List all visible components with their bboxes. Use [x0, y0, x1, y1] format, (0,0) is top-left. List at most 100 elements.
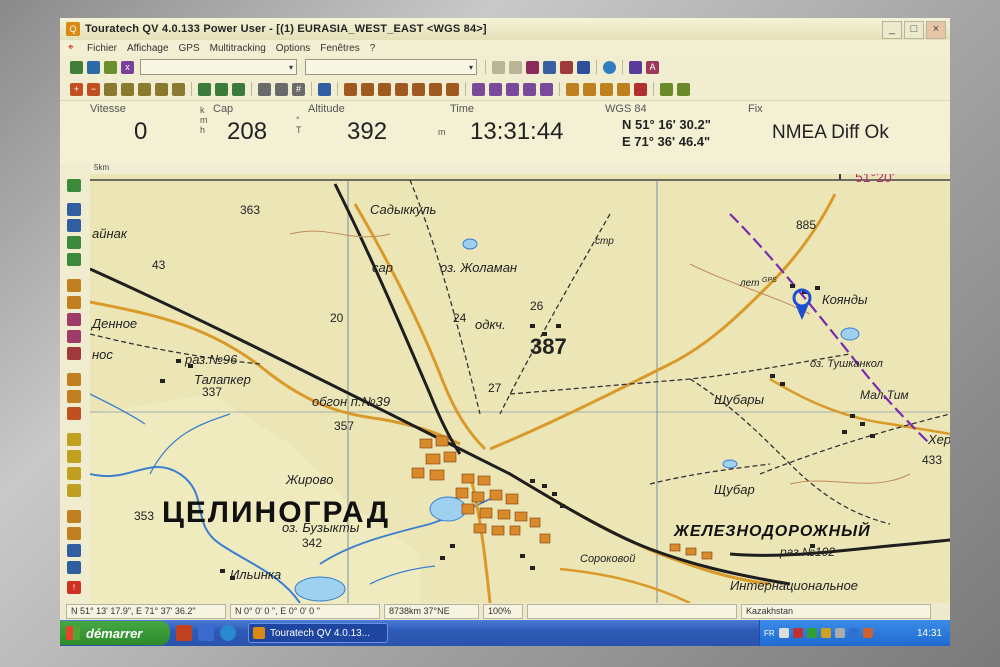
tray-battery-icon[interactable]	[820, 628, 831, 638]
tool-select-icon[interactable]	[67, 179, 81, 192]
track-5-icon[interactable]	[412, 82, 425, 96]
grid-alt-icon[interactable]	[560, 60, 573, 74]
quicklaunch-desktop-icon[interactable]	[198, 625, 214, 641]
label-koyandy: Коянды	[822, 292, 868, 307]
marker-3-icon[interactable]	[600, 82, 613, 96]
track-4-icon[interactable]	[395, 82, 408, 96]
task-touratech[interactable]: Touratech QV 4.0.13...	[248, 623, 388, 643]
sync-icon[interactable]	[660, 82, 673, 96]
tool-wp2-icon[interactable]	[67, 296, 81, 309]
zoom-2-icon[interactable]	[155, 82, 168, 96]
track-2-icon[interactable]	[361, 82, 374, 96]
tool-route-icon[interactable]	[67, 253, 81, 266]
zoom-1-icon[interactable]	[138, 82, 151, 96]
target-icon[interactable]	[603, 60, 616, 74]
route-add-icon[interactable]	[232, 82, 245, 96]
marker-1-icon[interactable]	[566, 82, 579, 96]
menu-affichage[interactable]: Affichage	[122, 43, 174, 54]
marker-2-icon[interactable]	[583, 82, 596, 96]
contour-27: 27	[488, 381, 502, 395]
delete-x-icon[interactable]: x	[121, 60, 134, 74]
grid-lines-icon[interactable]: #	[292, 82, 305, 96]
track-6-icon[interactable]	[429, 82, 442, 96]
tool-table-icon[interactable]	[67, 561, 81, 574]
zoom-out-icon[interactable]: −	[87, 82, 100, 96]
waypoint-3-icon[interactable]	[506, 82, 519, 96]
layers-icon[interactable]	[258, 82, 271, 96]
track-3-icon[interactable]	[378, 82, 391, 96]
menu-multitracking[interactable]: Multitracking	[205, 43, 271, 54]
tray-volume-icon[interactable]	[834, 628, 845, 638]
tool-poi3-icon[interactable]	[67, 407, 81, 420]
gps-off-icon[interactable]	[492, 60, 505, 74]
tray-update-icon[interactable]	[862, 628, 873, 638]
quicklaunch-ie-icon[interactable]	[220, 625, 236, 641]
settings-icon[interactable]	[629, 60, 642, 74]
menu-fichier[interactable]: Fichier	[82, 43, 122, 54]
quicklaunch-app-icon[interactable]	[176, 625, 192, 641]
tray-sync-icon[interactable]	[806, 628, 817, 638]
tool-wp4-icon[interactable]	[67, 330, 81, 343]
tray-security-icon[interactable]	[792, 628, 803, 638]
minimize-button[interactable]: _	[882, 21, 902, 39]
tray-network-icon[interactable]	[778, 628, 789, 638]
route-icon[interactable]	[198, 82, 211, 96]
window-title: Touratech QV 4.0.133 Power User - [(1) E…	[85, 23, 487, 35]
map-dropdown[interactable]: ▾	[305, 59, 477, 75]
layer-dropdown[interactable]: ▾	[140, 59, 297, 75]
sync-alt-icon[interactable]	[677, 82, 690, 96]
marker-4-icon[interactable]	[617, 82, 630, 96]
scale-label: 5km	[94, 163, 110, 172]
tool-track-icon[interactable]	[67, 236, 81, 249]
zoom-area-icon[interactable]	[104, 82, 117, 96]
clock[interactable]: 14:31	[917, 628, 942, 639]
tool-text-icon[interactable]	[67, 510, 81, 523]
maximize-button[interactable]: □	[904, 21, 924, 39]
tool-flag4-icon[interactable]	[67, 484, 81, 497]
export-icon[interactable]	[104, 60, 117, 74]
tool-pan-icon[interactable]	[67, 203, 81, 216]
waypoint-1-icon[interactable]	[472, 82, 485, 96]
warning-icon[interactable]: !	[67, 581, 81, 594]
tool-flag1-icon[interactable]	[67, 433, 81, 446]
menu-help[interactable]: ?	[365, 43, 381, 54]
save-icon[interactable]	[87, 60, 100, 74]
search-icon[interactable]	[318, 82, 331, 96]
tray-bluetooth-icon[interactable]	[848, 628, 859, 638]
map-area[interactable]: ! 5km 51°20' 387 363 337 357 353 342 885…	[60, 163, 950, 603]
waypoint-4-icon[interactable]	[523, 82, 536, 96]
tool-note-icon[interactable]	[67, 527, 81, 540]
gps-dim-icon[interactable]	[509, 60, 522, 74]
waypoint-2-icon[interactable]	[489, 82, 502, 96]
open-icon[interactable]	[70, 60, 83, 74]
tool-draw-icon[interactable]	[67, 219, 81, 232]
list-icon[interactable]	[577, 60, 590, 74]
language-indicator[interactable]: FR	[764, 629, 775, 638]
start-button[interactable]: démarrer	[60, 621, 170, 645]
menu-options[interactable]: Options	[271, 43, 315, 54]
menu-gps[interactable]: GPS	[174, 43, 205, 54]
close-button[interactable]: ×	[926, 21, 946, 39]
grid-icon[interactable]	[543, 60, 556, 74]
tool-poi1-icon[interactable]	[67, 373, 81, 386]
zoom-in-icon[interactable]: +	[70, 82, 83, 96]
measure-icon[interactable]	[275, 82, 288, 96]
font-icon[interactable]: A	[646, 60, 659, 74]
tool-flag2-icon[interactable]	[67, 450, 81, 463]
track-7-icon[interactable]	[446, 82, 459, 96]
tool-list-icon[interactable]	[67, 544, 81, 557]
binoculars-icon[interactable]	[526, 60, 539, 74]
zoom-fit-icon[interactable]	[121, 82, 134, 96]
waypoint-5-icon[interactable]	[540, 82, 553, 96]
back-icon[interactable]	[634, 82, 647, 96]
tool-poi2-icon[interactable]	[67, 390, 81, 403]
tool-wp3-icon[interactable]	[67, 313, 81, 326]
track-1-icon[interactable]	[344, 82, 357, 96]
tool-wp1-icon[interactable]	[67, 279, 81, 292]
route-edit-icon[interactable]	[215, 82, 228, 96]
menu-fenetres[interactable]: Fenêtres	[315, 43, 364, 54]
altitude-unit: m	[438, 127, 446, 137]
zoom-3-icon[interactable]	[172, 82, 185, 96]
tool-wp5-icon[interactable]	[67, 347, 81, 360]
tool-flag3-icon[interactable]	[67, 467, 81, 480]
